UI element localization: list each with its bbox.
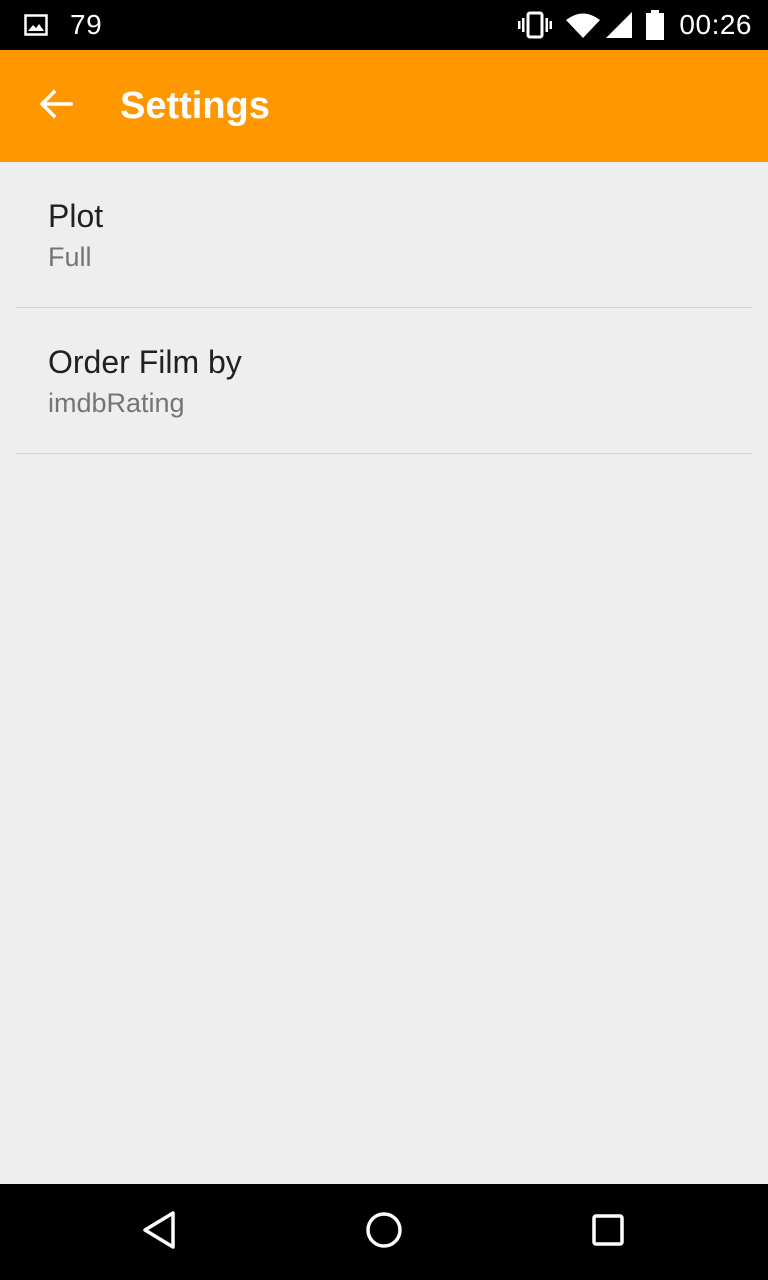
pref-item-plot[interactable]: Plot Full <box>16 162 752 308</box>
pref-title: Order Film by <box>48 344 242 380</box>
notification-count: 79 <box>70 9 103 40</box>
arrow-left-icon <box>39 89 73 124</box>
pref-summary: imdbRating <box>48 388 185 418</box>
status-bar-left: 79 <box>24 0 102 50</box>
image-icon <box>24 14 48 36</box>
nav-bar <box>0 1184 768 1280</box>
pref-item-order-film-by[interactable]: Order Film by imdbRating <box>16 308 752 454</box>
recents-square-icon <box>588 1210 628 1255</box>
settings-list: Plot Full Order Film by imdbRating <box>0 162 768 454</box>
page-title: Settings <box>120 85 270 127</box>
settings-screen: 79 00:26 Settings Plot Full Order Film b… <box>0 0 768 1280</box>
nav-recents-button[interactable] <box>580 1204 636 1260</box>
battery-icon <box>645 10 665 40</box>
nav-back-button[interactable] <box>132 1204 188 1260</box>
wifi-icon <box>565 11 601 39</box>
back-triangle-icon <box>140 1210 180 1255</box>
clock: 00:26 <box>679 9 752 40</box>
status-bar: 79 00:26 <box>0 0 768 50</box>
pref-summary: Full <box>48 242 92 272</box>
pref-title: Plot <box>48 198 104 234</box>
home-circle-icon <box>364 1210 404 1255</box>
signal-icon <box>605 11 633 39</box>
vibrate-icon <box>517 11 553 39</box>
app-bar: Settings <box>0 50 768 162</box>
status-bar-right: 00:26 <box>505 0 752 50</box>
nav-home-button[interactable] <box>356 1204 412 1260</box>
back-button[interactable] <box>24 78 88 134</box>
